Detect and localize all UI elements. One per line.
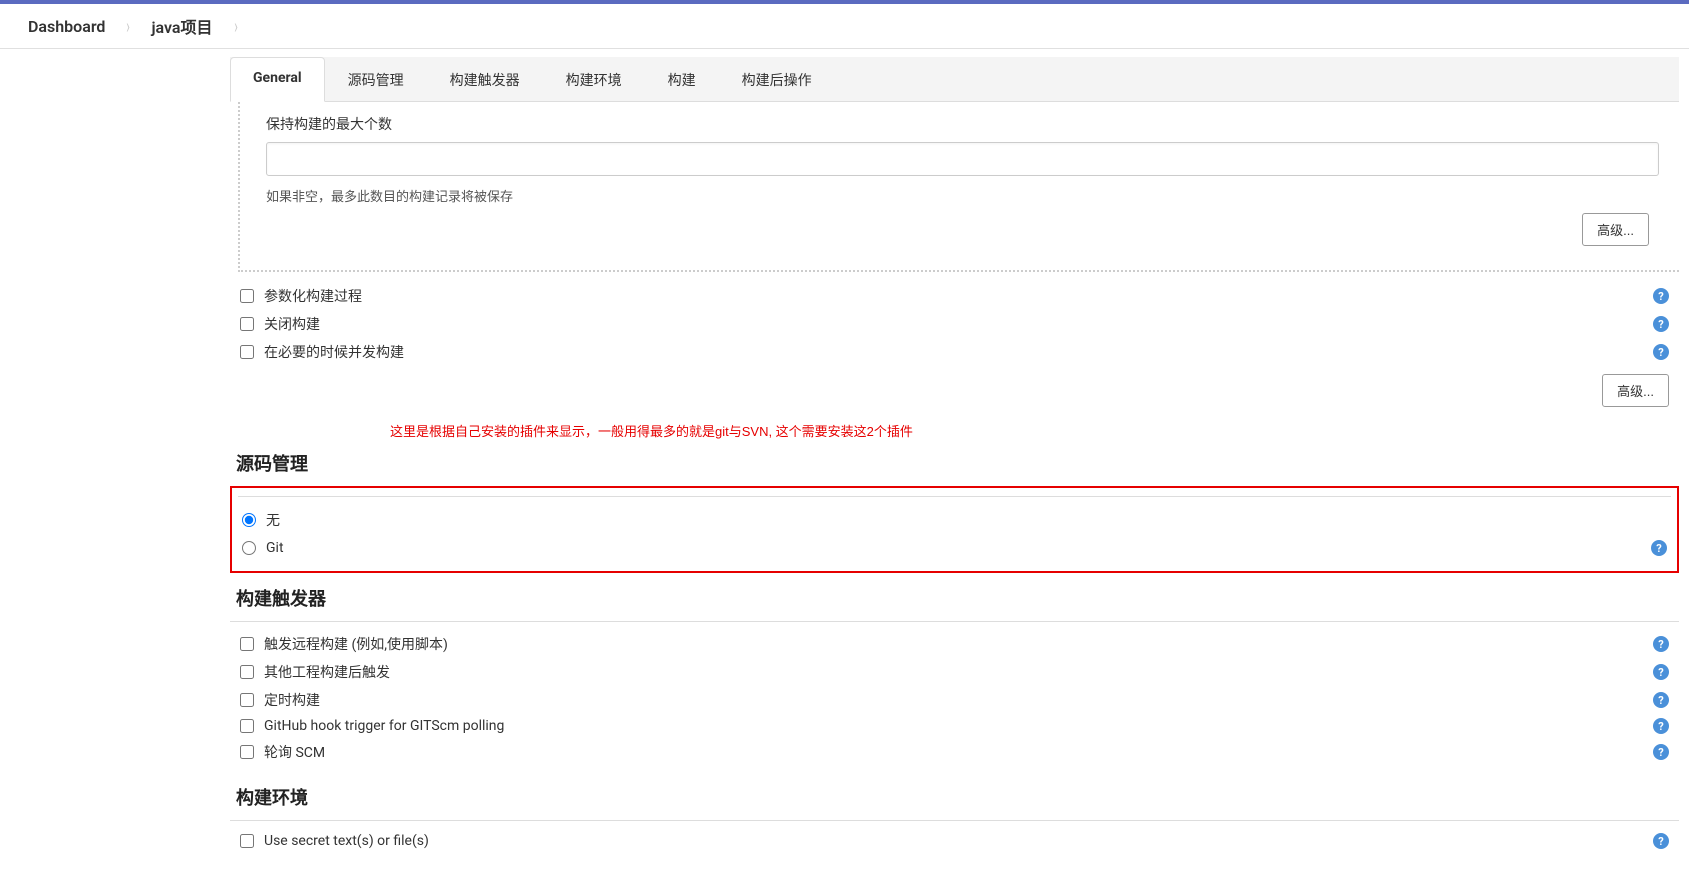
disable-build-checkbox[interactable] <box>240 317 254 331</box>
help-icon[interactable]: ? <box>1651 540 1667 556</box>
parameterized-build-label[interactable]: 参数化构建过程 <box>264 286 1653 306</box>
upstream-trigger-label[interactable]: 其他工程构建后触发 <box>264 662 1653 682</box>
log-rotation-box: 保持构建的最大个数 如果非空，最多此数目的构建记录将被保存 高级... <box>238 102 1679 272</box>
concurrent-build-checkbox[interactable] <box>240 345 254 359</box>
tab-general[interactable]: General <box>230 57 325 102</box>
scm-git-label[interactable]: Git <box>266 540 1651 556</box>
tab-triggers[interactable]: 构建触发器 <box>427 57 543 102</box>
upstream-trigger-checkbox[interactable] <box>240 665 254 679</box>
config-tabs: General 源码管理 构建触发器 构建环境 构建 构建后操作 <box>230 57 1679 102</box>
left-sidebar-spacer <box>0 49 230 873</box>
poll-scm-checkbox[interactable] <box>240 745 254 759</box>
max-builds-label: 保持构建的最大个数 <box>266 114 1659 134</box>
max-builds-help: 如果非空，最多此数目的构建记录将被保存 <box>266 186 1659 205</box>
help-icon[interactable]: ? <box>1653 288 1669 304</box>
poll-scm-label[interactable]: 轮询 SCM <box>264 742 1653 762</box>
use-secret-label[interactable]: Use secret text(s) or file(s) <box>264 833 1653 849</box>
help-icon[interactable]: ? <box>1653 718 1669 734</box>
breadcrumb: Dashboard › java项目 › <box>0 4 1689 49</box>
chevron-right-icon: › <box>234 14 238 38</box>
concurrent-build-label[interactable]: 在必要的时候并发构建 <box>264 342 1653 362</box>
scm-section-title: 源码管理 <box>230 444 1679 486</box>
tab-build[interactable]: 构建 <box>645 57 719 102</box>
help-icon[interactable]: ? <box>1653 664 1669 680</box>
use-secret-checkbox[interactable] <box>240 834 254 848</box>
divider <box>230 621 1679 622</box>
advanced-button[interactable]: 高级... <box>1602 374 1669 407</box>
github-hook-label[interactable]: GitHub hook trigger for GITScm polling <box>264 718 1653 734</box>
cron-trigger-label[interactable]: 定时构建 <box>264 690 1653 710</box>
scm-git-radio[interactable] <box>242 541 256 555</box>
parameterized-build-checkbox[interactable] <box>240 289 254 303</box>
github-hook-checkbox[interactable] <box>240 719 254 733</box>
help-icon[interactable]: ? <box>1653 636 1669 652</box>
help-icon[interactable]: ? <box>1653 833 1669 849</box>
scm-none-radio[interactable] <box>242 513 256 527</box>
breadcrumb-dashboard[interactable]: Dashboard <box>20 13 113 40</box>
help-icon[interactable]: ? <box>1653 344 1669 360</box>
max-builds-input[interactable] <box>266 142 1659 176</box>
scm-highlight-box: 无 Git ? <box>230 486 1679 573</box>
tab-build-env[interactable]: 构建环境 <box>543 57 645 102</box>
triggers-section-title: 构建触发器 <box>230 579 1679 621</box>
remote-trigger-label[interactable]: 触发远程构建 (例如,使用脚本) <box>264 634 1653 654</box>
help-icon[interactable]: ? <box>1653 692 1669 708</box>
remote-trigger-checkbox[interactable] <box>240 637 254 651</box>
divider <box>230 820 1679 821</box>
scm-none-label[interactable]: 无 <box>266 510 1667 530</box>
build-env-section-title: 构建环境 <box>230 778 1679 820</box>
annotation-text: 这里是根据自己安装的插件来显示，一般用得最多的就是git与SVN, 这个需要安装… <box>230 415 1679 444</box>
tab-post-build[interactable]: 构建后操作 <box>719 57 835 102</box>
tab-scm[interactable]: 源码管理 <box>325 57 427 102</box>
cron-trigger-checkbox[interactable] <box>240 693 254 707</box>
breadcrumb-project[interactable]: java项目 <box>143 10 220 42</box>
help-icon[interactable]: ? <box>1653 744 1669 760</box>
disable-build-label[interactable]: 关闭构建 <box>264 314 1653 334</box>
help-icon[interactable]: ? <box>1653 316 1669 332</box>
divider <box>238 496 1671 497</box>
chevron-right-icon: › <box>127 14 131 38</box>
advanced-button[interactable]: 高级... <box>1582 213 1649 246</box>
